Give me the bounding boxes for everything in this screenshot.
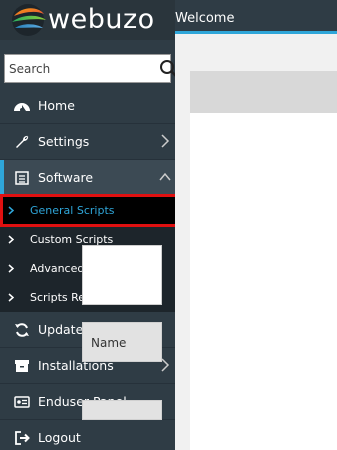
logout-icon <box>12 428 32 448</box>
list-icon <box>12 168 32 188</box>
chevron-right-icon <box>8 235 16 245</box>
brand-name: webuzo <box>48 4 155 35</box>
content-box <box>82 245 162 305</box>
sidebar: webuzo Home Se <box>0 0 186 450</box>
wrench-icon <box>12 132 32 152</box>
chevron-right-icon <box>161 134 170 148</box>
name-column-header: Name <box>82 322 162 362</box>
refresh-icon <box>12 320 32 340</box>
main-content <box>175 34 337 450</box>
sidebar-item-settings[interactable]: Settings <box>0 124 175 160</box>
chevron-right-icon <box>8 206 16 216</box>
top-bar: Welcome <box>175 0 337 34</box>
sidebar-item-label: Logout <box>38 430 81 445</box>
sidebar-item-label: Home <box>38 98 75 113</box>
sidebar-item-label: Settings <box>38 134 90 149</box>
search-box <box>4 54 178 83</box>
table-header-row <box>82 400 162 420</box>
panel-icon <box>12 392 32 412</box>
brand[interactable]: webuzo <box>0 0 175 40</box>
dashboard-icon <box>12 96 32 116</box>
chevron-up-icon <box>159 172 171 181</box>
sidebar-item-home[interactable]: Home <box>0 88 175 124</box>
sidebar-item-software[interactable]: Software <box>0 160 175 196</box>
submenu-item-label: General Scripts <box>30 204 115 217</box>
chevron-right-icon <box>8 293 16 303</box>
sidebar-item-logout[interactable]: Logout <box>0 420 175 450</box>
page-title: Welcome <box>175 11 235 26</box>
box-icon <box>12 356 32 376</box>
content-panel <box>190 113 337 450</box>
content-header <box>190 71 337 113</box>
sidebar-item-label: Software <box>38 170 94 185</box>
search-input[interactable] <box>5 55 159 82</box>
submenu-item-general-scripts[interactable]: General Scripts <box>0 196 175 225</box>
webuzo-swirl-logo <box>6 0 54 40</box>
chevron-right-icon <box>8 264 16 274</box>
